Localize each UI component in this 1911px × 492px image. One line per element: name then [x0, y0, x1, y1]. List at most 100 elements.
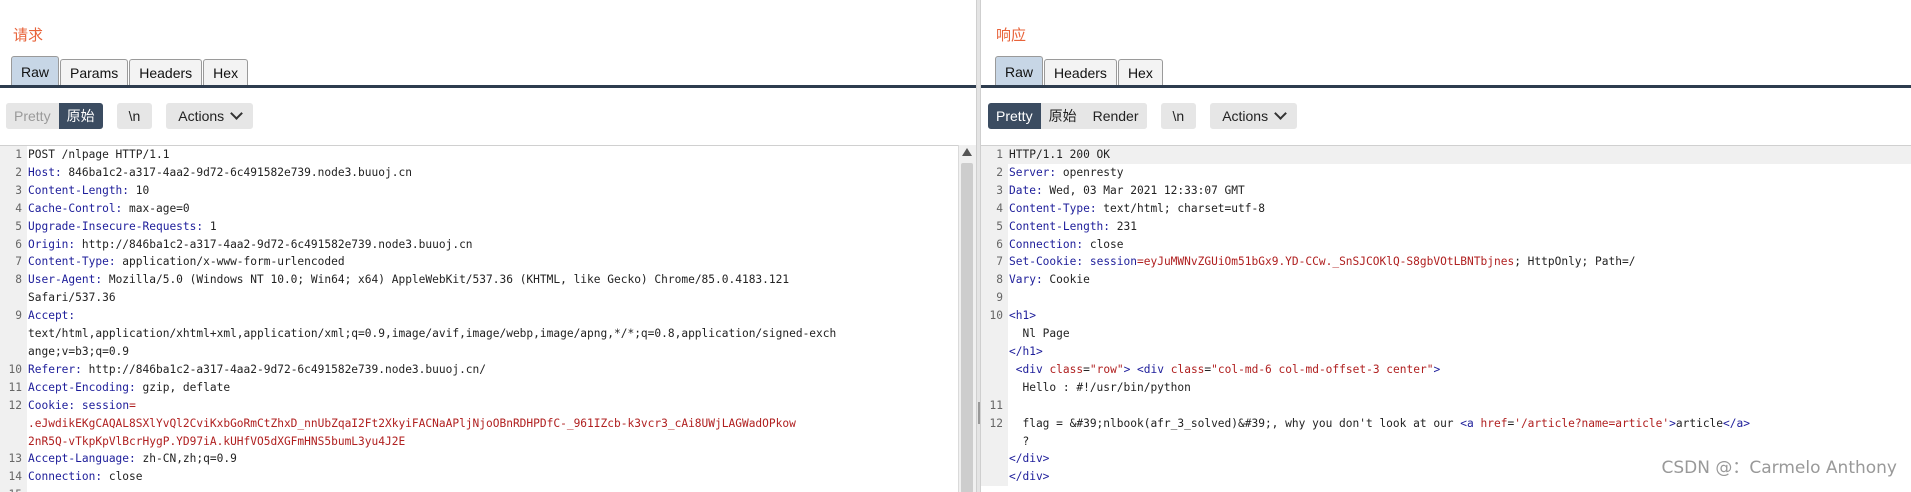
line-content: User-Agent: Mozilla/5.0 (Windows NT 10.0… — [27, 271, 789, 289]
header-value: http://846ba1c2-a317-4aa2-9d72-6c491582e… — [75, 237, 473, 251]
request-tab-raw[interactable]: Raw — [11, 56, 60, 86]
request-tabbar: Raw Params Headers Hex — [11, 56, 249, 86]
header-value: 846ba1c2-a317-4aa2-9d72-6c491582e739.nod… — [61, 165, 412, 179]
line-number: 9 — [0, 307, 27, 326]
request-actions-button[interactable]: Actions — [166, 103, 254, 129]
response-tab-hex[interactable]: Hex — [1117, 59, 1163, 86]
line-number: 4 — [0, 199, 27, 218]
response-editor[interactable]: 1 HTTP/1.1 200 OK 2 Server: openresty 3 Date:… — [981, 145, 1911, 492]
request-code-line: 13 Accept-Language: zh-CN,zh;q=0.9 — [0, 450, 976, 469]
header-name: Host: — [28, 165, 62, 179]
request-editor[interactable]: 1 POST /nlpage HTTP/1.1 2 Host: 846ba1c2-a3… — [0, 145, 976, 492]
html-token: = — [1083, 362, 1090, 376]
cookie-value: 2nR5Q-vTkpKpVlBcrHygP.YD97iA.kUHfVO5dXGF… — [28, 434, 406, 448]
header-value: 1 — [203, 219, 217, 233]
line-number: 4 — [981, 199, 1008, 218]
splitter-grip-icon[interactable] — [978, 402, 980, 424]
line-content: Host: 846ba1c2-a317-4aa2-9d72-6c491582e7… — [27, 164, 412, 182]
response-title: 响应 — [996, 27, 1027, 44]
request-code-line: 3 Content-Length: 10 — [0, 181, 976, 200]
request-code-line: 5 Upgrade-Insecure-Requests: 1 — [0, 217, 976, 236]
header-value: Wed, 03 Mar 2021 12:33:07 GMT — [1042, 183, 1245, 197]
request-tab-underline — [0, 85, 976, 88]
line-content: Date: Wed, 03 Mar 2021 12:33:07 GMT — [1008, 182, 1245, 200]
html-token: <a — [1460, 416, 1481, 430]
response-tab-headers[interactable]: Headers — [1044, 59, 1117, 86]
header-name: Server: — [1009, 165, 1057, 179]
response-newline-button[interactable]: \n — [1160, 103, 1197, 129]
line-content: Set-Cookie: session=eyJuMWNvZGUiOm51bGx9… — [1008, 253, 1635, 271]
line-number — [0, 432, 27, 451]
scroll-up-arrow-icon[interactable] — [962, 148, 972, 156]
header-value: openresty — [1056, 165, 1124, 179]
html-token: <div — [1015, 362, 1050, 376]
header-value: application/x-www-form-urlencoded — [115, 255, 345, 269]
code-text: ? — [1009, 434, 1030, 448]
line-content: </div> — [1008, 450, 1049, 468]
code-text: ange;v=b3;q=0.9 — [28, 344, 130, 358]
request-actions-group: Actions — [166, 103, 254, 129]
line-content: Safari/537.36 — [27, 289, 116, 307]
code-text: HTTP/1.1 200 OK — [1009, 148, 1111, 161]
line-content: HTTP/1.1 200 OK — [1008, 146, 1110, 164]
response-code-line: 6 Connection: close — [981, 235, 1911, 254]
response-lines: 1 HTTP/1.1 200 OK 2 Server: openresty 3 Date:… — [981, 146, 1911, 487]
response-pane: 响应 Raw Headers Hex Pretty 原始 Render \n A… — [981, 0, 1911, 492]
response-pretty-button[interactable]: Pretty — [988, 103, 1041, 129]
line-number — [0, 325, 27, 343]
response-tab-raw[interactable]: Raw — [995, 56, 1044, 86]
header-value: ; HttpOnly; Path=/ — [1514, 255, 1636, 269]
request-tab-hex[interactable]: Hex — [203, 59, 249, 86]
line-content: 2nR5Q-vTkpKpVlBcrHygP.YD97iA.kUHfVO5dXGF… — [27, 433, 405, 451]
html-tag: <h1> — [1009, 309, 1036, 323]
line-number — [981, 342, 1008, 361]
cookie-value: .eJwdikEKgCAQAL8SXlYvQl2CviKxbGoRmCtZhxD… — [28, 416, 796, 430]
header-value: Mozilla/5.0 (Windows NT 10.0; Win64; x64… — [102, 273, 790, 287]
request-code-line: 9 Accept: — [0, 307, 976, 326]
response-actions-button[interactable]: Actions — [1210, 103, 1298, 129]
line-content: Accept-Encoding: gzip, deflate — [27, 379, 230, 397]
line-number: 9 — [981, 289, 1008, 308]
request-scrollbar-thumb[interactable] — [961, 163, 973, 492]
line-number — [0, 289, 27, 308]
request-tab-params[interactable]: Params — [60, 59, 129, 86]
line-number: 1 — [0, 146, 27, 164]
html-token: flag = &#39;nlbook(afr_3_solved)&#39;, w… — [1009, 416, 1461, 430]
header-value — [75, 399, 82, 412]
header-value: Cookie — [1042, 273, 1090, 287]
line-content: Nl Page — [1008, 325, 1069, 343]
response-code-line: 4 Content-Type: text/html; charset=utf-8 — [981, 199, 1911, 218]
line-content: </h1> — [1008, 343, 1043, 361]
response-raw-button[interactable]: 原始 — [1040, 103, 1085, 129]
header-value: 231 — [1110, 219, 1137, 233]
line-number: 8 — [0, 271, 27, 290]
request-code-line: 11 Accept-Encoding: gzip, deflate — [0, 378, 976, 397]
html-token: class — [1049, 362, 1084, 376]
request-code-line: text/html,application/xhtml+xml,applicat… — [0, 325, 976, 343]
response-code-line: ? — [981, 432, 1911, 451]
line-number — [981, 325, 1008, 343]
html-token: <div — [1137, 362, 1171, 376]
request-tab-headers[interactable]: Headers — [129, 59, 203, 86]
header-name: Set-Cookie: — [1009, 255, 1084, 269]
request-code-line: 4 Cache-Control: max-age=0 — [0, 199, 976, 218]
header-value: text/html; charset=utf-8 — [1096, 201, 1265, 215]
header-name: Date: — [1009, 183, 1043, 197]
response-render-button[interactable]: Render — [1084, 103, 1147, 129]
request-pane: 请求 Raw Params Headers Hex Pretty 原始 \n A… — [0, 0, 976, 492]
request-raw-button[interactable]: 原始 — [58, 103, 103, 129]
request-code-line: 1 POST /nlpage HTTP/1.1 — [0, 146, 976, 164]
line-number — [981, 360, 1008, 379]
line-number: 10 — [981, 307, 1008, 326]
request-scrollbar[interactable] — [958, 145, 976, 492]
line-number: 14 — [0, 468, 27, 487]
response-code-line: 10 <h1> — [981, 307, 1911, 326]
line-number — [981, 468, 1008, 487]
code-text: text/html,application/xhtml+xml,applicat… — [28, 327, 837, 341]
response-tab-underline — [981, 85, 1911, 88]
request-pretty-button[interactable]: Pretty — [6, 103, 59, 129]
request-newline-button[interactable]: \n — [116, 103, 153, 129]
line-content: .eJwdikEKgCAQAL8SXlYvQl2CviKxbGoRmCtZhxD… — [27, 415, 796, 433]
response-newline-group: \n — [1160, 103, 1197, 129]
html-token: '/article?name=article' — [1514, 416, 1670, 430]
